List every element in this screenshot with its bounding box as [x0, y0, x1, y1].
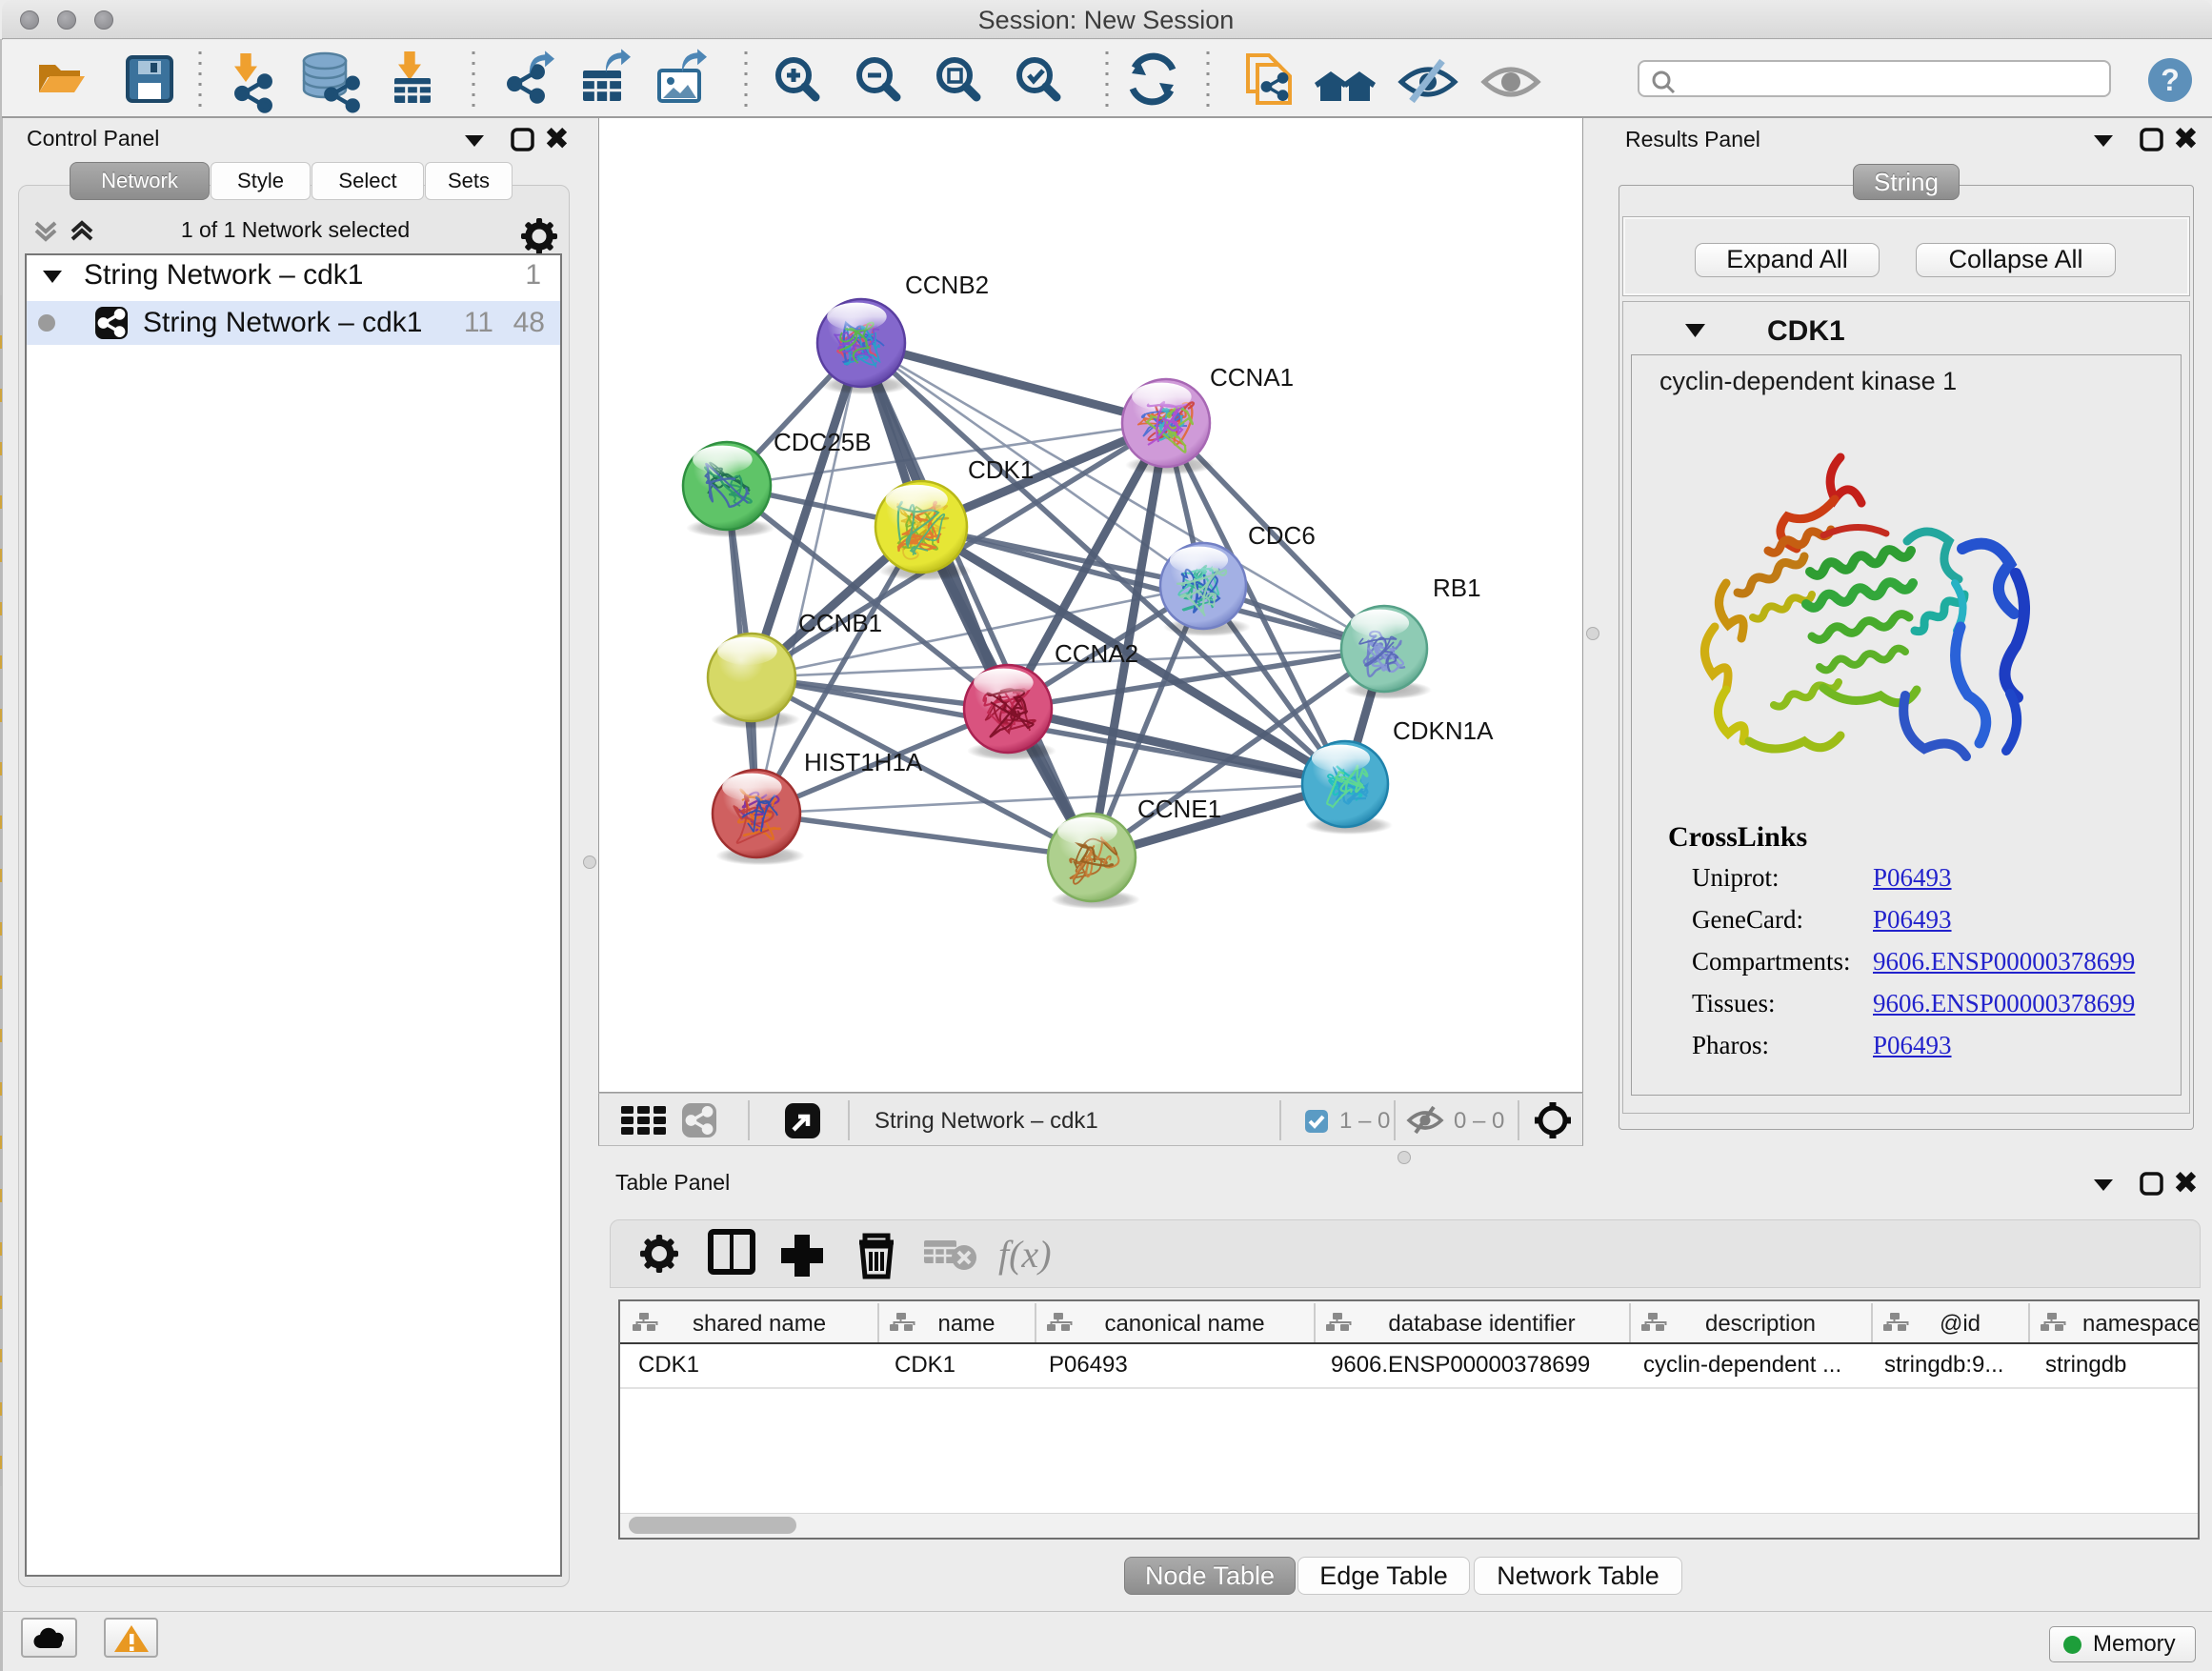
svg-text:namespace: namespace [2082, 1311, 2198, 1337]
svg-text:CCNE1: CCNE1 [1137, 795, 1221, 823]
svg-text:HIST1H1A: HIST1H1A [804, 748, 923, 776]
svg-text:database identifier: database identifier [1388, 1311, 1575, 1337]
svg-text:1 – 0: 1 – 0 [1339, 1108, 1390, 1134]
svg-text:f(x): f(x) [998, 1233, 1052, 1276]
svg-text:RB1: RB1 [1433, 574, 1481, 602]
svg-text:name: name [937, 1311, 995, 1337]
svg-text:CCNA1: CCNA1 [1210, 363, 1294, 392]
svg-text:CCNB2: CCNB2 [905, 271, 989, 299]
svg-text:0 – 0: 0 – 0 [1454, 1108, 1504, 1134]
svg-text:description: description [1705, 1311, 1816, 1337]
svg-text:CDC6: CDC6 [1248, 521, 1316, 550]
svg-text:String Network – cdk1: String Network – cdk1 [875, 1108, 1098, 1134]
svg-text:@id: @id [1940, 1311, 1981, 1337]
svg-text:CDK1: CDK1 [968, 455, 1034, 484]
svg-text:CDKN1A: CDKN1A [1393, 716, 1494, 745]
svg-text:CDC25B: CDC25B [774, 428, 872, 456]
svg-text:CCNB1: CCNB1 [798, 609, 882, 637]
svg-text:canonical name: canonical name [1104, 1311, 1264, 1337]
svg-text:shared name: shared name [693, 1311, 826, 1337]
svg-text:CCNA2: CCNA2 [1055, 639, 1138, 668]
